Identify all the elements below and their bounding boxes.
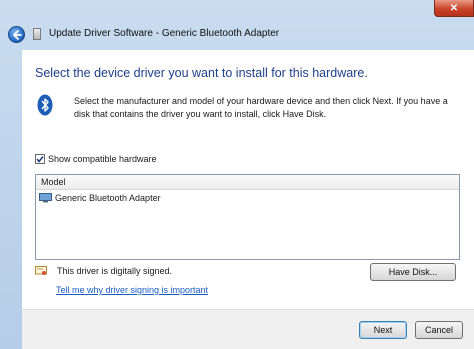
page-heading: Select the device driver you want to ins… (35, 66, 368, 80)
close-icon: ✕ (449, 2, 459, 14)
close-button[interactable]: ✕ (434, 0, 474, 17)
next-button[interactable]: Next (359, 321, 407, 339)
device-icon (33, 28, 41, 40)
list-item[interactable]: Generic Bluetooth Adapter (39, 193, 161, 203)
update-driver-dialog: ✕ Update Driver Software - Generic Bluet… (0, 0, 474, 349)
back-arrow-icon (12, 29, 22, 40)
have-disk-button[interactable]: Have Disk... (370, 263, 456, 281)
signature-status: This driver is digitally signed. (35, 266, 172, 276)
monitor-icon (39, 193, 52, 203)
window-title: Update Driver Software - Generic Bluetoo… (49, 28, 280, 39)
model-column-header[interactable]: Model (36, 175, 459, 190)
main-content: Select the device driver you want to ins… (22, 50, 474, 309)
button-bar: Next Cancel (22, 309, 474, 349)
signature-status-text: This driver is digitally signed. (57, 266, 173, 276)
show-compatible-row: Show compatible hardware (35, 154, 157, 164)
show-compatible-checkbox[interactable] (35, 154, 45, 164)
model-list[interactable]: Model Generic Bluetooth Adapter (35, 174, 460, 260)
title-bar: Update Driver Software - Generic Bluetoo… (0, 18, 474, 50)
show-compatible-label[interactable]: Show compatible hardware (48, 154, 157, 164)
certificate-icon (35, 266, 47, 275)
checkmark-icon (36, 156, 44, 163)
driver-signing-link[interactable]: Tell me why driver signing is important (56, 285, 208, 295)
back-button[interactable] (8, 26, 25, 43)
model-item-label: Generic Bluetooth Adapter (55, 193, 161, 203)
cancel-button[interactable]: Cancel (415, 321, 463, 339)
bluetooth-icon (37, 94, 53, 116)
instruction-text: Select the manufacturer and model of you… (74, 96, 448, 119)
